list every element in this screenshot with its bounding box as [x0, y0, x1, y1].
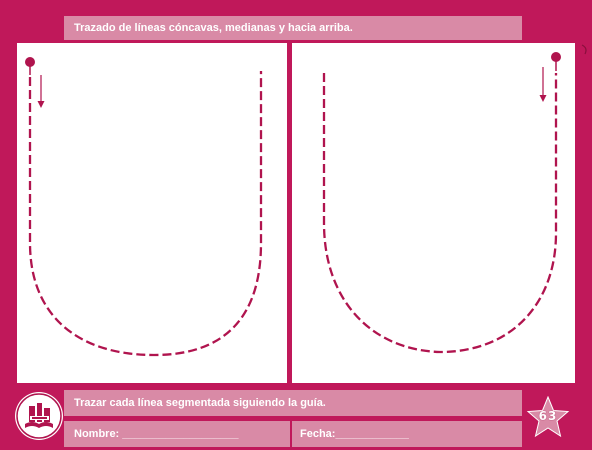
instruction-text: Trazar cada línea segmentada siguiendo l… [64, 390, 522, 416]
pin-marker-icon [551, 52, 561, 71]
name-field[interactable]: Nombre: ___________________ [64, 421, 290, 447]
bracket-mark-icon [581, 44, 587, 55]
trace-panel-left [17, 43, 287, 383]
trace-panel-right [292, 43, 575, 383]
concave-trace-path[interactable] [28, 71, 263, 357]
pin-marker-icon [25, 57, 35, 75]
concave-trace-path[interactable] [322, 73, 558, 354]
worksheet-title: Trazado de líneas cóncavas, medianas y h… [64, 16, 522, 40]
page-badge: 63 [526, 396, 570, 438]
arrow-down-icon [539, 67, 547, 102]
date-field[interactable]: Fecha:____________ [292, 421, 522, 447]
arrow-down-icon [37, 75, 45, 108]
page-number: 63 [538, 409, 558, 423]
book-logo-icon [15, 392, 63, 440]
